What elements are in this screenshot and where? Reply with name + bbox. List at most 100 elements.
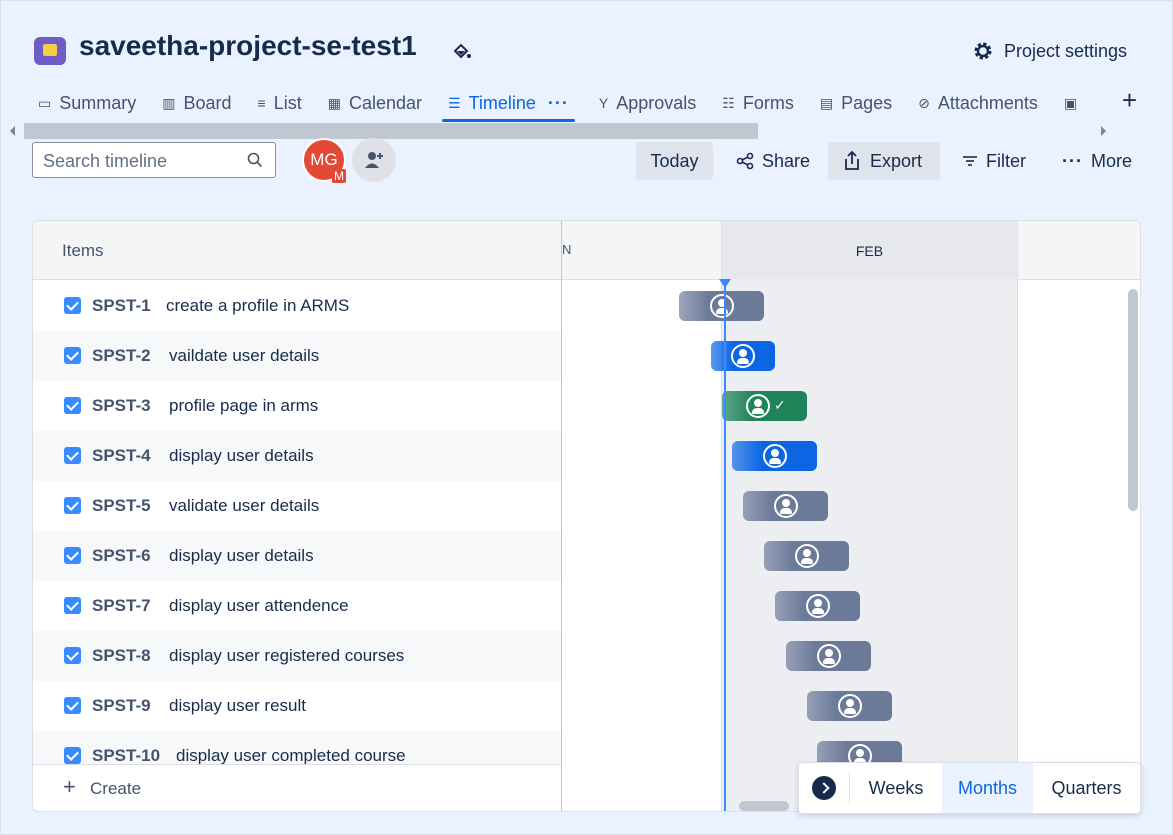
issue-key[interactable]: SPST-10	[92, 746, 160, 766]
assignee-avatar-icon[interactable]	[806, 594, 830, 618]
add-people-button[interactable]	[352, 138, 396, 182]
issue-summary[interactable]: display user registered courses	[169, 646, 404, 666]
issue-key[interactable]: SPST-5	[92, 496, 151, 516]
timeline-bar[interactable]	[732, 441, 817, 471]
issue-summary[interactable]: vaildate user details	[169, 346, 319, 366]
table-row[interactable]: SPST-6 display user details	[33, 531, 1140, 581]
add-tab-button[interactable]: +	[1122, 86, 1137, 114]
row-item[interactable]: SPST-2 vaildate user details	[33, 331, 561, 381]
timeline-bar[interactable]: ✓	[722, 391, 807, 421]
today-button[interactable]: Today	[636, 142, 713, 180]
issue-key[interactable]: SPST-3	[92, 396, 151, 416]
assignee-avatar-icon[interactable]	[746, 394, 770, 418]
timeline-bar[interactable]	[775, 591, 860, 621]
row-item[interactable]: SPST-9 display user result	[33, 681, 561, 731]
assignee-avatar-icon[interactable]	[731, 344, 755, 368]
assignee-avatar-icon[interactable]	[763, 444, 787, 468]
table-row[interactable]: SPST-4 display user details	[33, 431, 1140, 481]
row-item[interactable]: SPST-3 profile page in arms	[33, 381, 561, 431]
issue-summary[interactable]: display user result	[169, 696, 306, 716]
tab-attachments[interactable]: ⊘ Attachments	[918, 86, 1038, 120]
timeline-rows: SPST-1 create a profile in ARMS SPST-2 vail…	[33, 281, 1140, 781]
row-item[interactable]: SPST-5 validate user details	[33, 481, 561, 531]
issue-key[interactable]: SPST-1	[92, 296, 151, 316]
scroll-to-today-icon[interactable]	[812, 776, 836, 800]
filter-button[interactable]: Filter	[948, 142, 1040, 180]
scroll-left-icon[interactable]	[10, 126, 15, 136]
scale-months[interactable]: Months	[942, 763, 1033, 813]
issue-summary[interactable]: display user details	[169, 446, 314, 466]
timeline-bar[interactable]	[743, 491, 828, 521]
timeline-bar[interactable]	[711, 341, 775, 371]
task-type-icon	[64, 647, 81, 664]
table-row[interactable]: SPST-8 display user registered courses	[33, 631, 1140, 681]
assignee-avatar-icon[interactable]	[774, 494, 798, 518]
assignee-avatar-icon[interactable]	[817, 644, 841, 668]
row-item[interactable]: SPST-8 display user registered courses	[33, 631, 561, 681]
more-icon: ···	[1062, 150, 1083, 171]
assignee-avatar-icon[interactable]	[795, 544, 819, 568]
create-item-button[interactable]: + Create	[33, 764, 561, 811]
tab-approvals[interactable]: Y Approvals	[599, 86, 696, 120]
tab-calendar[interactable]: ▦ Calendar	[328, 86, 422, 120]
assignee-avatar-icon[interactable]	[710, 294, 734, 318]
issue-key[interactable]: SPST-4	[92, 446, 151, 466]
issue-key[interactable]: SPST-8	[92, 646, 151, 666]
issue-summary[interactable]: display user details	[169, 546, 314, 566]
issue-summary[interactable]: create a profile in ARMS	[166, 296, 349, 316]
scroll-right-icon[interactable]	[1101, 126, 1106, 136]
timeline-icon: ☰	[448, 94, 461, 111]
issue-summary[interactable]: display user attendence	[169, 596, 349, 616]
row-item[interactable]: SPST-7 display user attendence	[33, 581, 561, 631]
share-button[interactable]: Share	[722, 142, 824, 180]
row-item[interactable]: SPST-1 create a profile in ARMS	[33, 281, 561, 331]
table-row[interactable]: SPST-2 vaildate user details	[33, 331, 1140, 381]
table-row[interactable]: SPST-5 validate user details	[33, 481, 1140, 531]
project-settings-button[interactable]: Project settings	[972, 40, 1127, 62]
table-row[interactable]: SPST-7 display user attendence	[33, 581, 1140, 631]
scale-weeks[interactable]: Weeks	[856, 763, 936, 813]
table-row[interactable]: SPST-9 display user result	[33, 681, 1140, 731]
timeline-bar[interactable]	[679, 291, 764, 321]
timeline-bar[interactable]	[786, 641, 871, 671]
assignee-avatar-icon[interactable]	[838, 694, 862, 718]
tab-overflow[interactable]: ▣	[1064, 86, 1077, 120]
summary-icon: ▭	[38, 94, 52, 111]
row-item[interactable]: SPST-6 display user details	[33, 531, 561, 581]
tab-timeline[interactable]: ☰ Timeline ···	[442, 86, 575, 122]
tab-label: Attachments	[937, 92, 1038, 113]
tab-more-icon[interactable]: ···	[548, 93, 569, 114]
tab-summary[interactable]: ▭ Summary	[38, 86, 136, 120]
paint-bucket-icon[interactable]	[452, 42, 472, 62]
export-button[interactable]: Export	[828, 142, 940, 180]
issue-key[interactable]: SPST-6	[92, 546, 151, 566]
tab-forms[interactable]: ☷ Forms	[722, 86, 794, 120]
project-title: saveetha-project-se-test1	[79, 30, 417, 61]
tab-label: List	[273, 92, 302, 113]
issue-summary[interactable]: profile page in arms	[169, 396, 318, 416]
timeline-bar[interactable]	[807, 691, 892, 721]
horizontal-scrollbar[interactable]	[739, 801, 789, 811]
table-row[interactable]: SPST-1 create a profile in ARMS	[33, 281, 1140, 331]
plus-icon: +	[63, 774, 76, 799]
scale-quarters[interactable]: Quarters	[1039, 763, 1134, 813]
issue-key[interactable]: SPST-7	[92, 596, 151, 616]
done-check-icon: ✓	[774, 397, 786, 413]
row-item[interactable]: SPST-4 display user details	[33, 431, 561, 481]
avatar[interactable]: MG M	[302, 138, 346, 183]
vertical-scrollbar[interactable]	[1128, 289, 1138, 511]
search-input[interactable]	[41, 149, 245, 173]
table-row[interactable]: SPST-3 profile page in arms ✓	[33, 381, 1140, 431]
issue-key[interactable]: SPST-2	[92, 346, 151, 366]
tab-list[interactable]: ≡ List	[258, 86, 302, 120]
scrollbar-thumb[interactable]	[24, 123, 758, 139]
issue-key[interactable]: SPST-9	[92, 696, 151, 716]
tab-pages[interactable]: ▤ Pages	[820, 86, 892, 120]
timeline-bar[interactable]	[764, 541, 849, 571]
tabs-scrollbar[interactable]	[8, 122, 1108, 140]
tab-board[interactable]: ▥ Board	[162, 86, 231, 120]
issue-summary[interactable]: validate user details	[169, 496, 319, 516]
search-timeline-field[interactable]	[32, 142, 276, 178]
issue-summary[interactable]: display user completed course	[176, 746, 406, 766]
more-button[interactable]: ··· More	[1048, 142, 1146, 180]
